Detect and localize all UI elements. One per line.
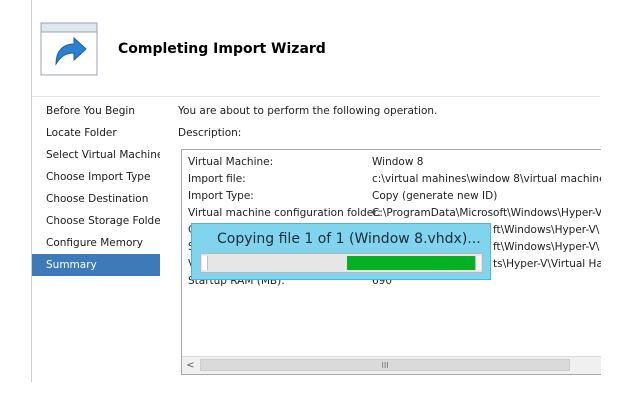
summary-key: Import Type: (188, 190, 254, 202)
summary-value: Copy (generate new ID) (372, 190, 498, 202)
step-choose-import-type[interactable]: Choose Import Type (32, 166, 160, 188)
progress-bar (200, 253, 483, 273)
copy-progress-dialog: Copying file 1 of 1 (Window 8.vhdx)... (191, 223, 491, 280)
wizard-header: Completing Import Wizard (32, 0, 600, 97)
summary-value: C:\ProgramData\Microsoft\Windows\Hyper-V… (372, 207, 601, 219)
summary-key: Virtual machine configuration folder: (188, 207, 381, 219)
scroll-left-button[interactable]: < (182, 357, 199, 374)
step-configure-memory[interactable]: Configure Memory (32, 232, 160, 254)
scroll-thumb[interactable]: III (200, 359, 570, 371)
step-before-you-begin[interactable]: Before You Begin (32, 100, 160, 122)
wizard-title: Completing Import Wizard (118, 41, 326, 57)
description-label: Description: (178, 127, 242, 139)
step-locate-folder[interactable]: Locate Folder (32, 122, 160, 144)
progress-bar-fill (347, 256, 477, 270)
summary-key: Import file: (188, 173, 246, 185)
step-choose-destination[interactable]: Choose Destination (32, 188, 160, 210)
step-choose-storage-folder[interactable]: Choose Storage Folde (32, 210, 160, 232)
import-wizard-window: Completing Import Wizard Before You Begi… (31, 0, 601, 382)
wizard-arrow-icon (40, 22, 98, 76)
progress-bar-start-cap (202, 256, 208, 270)
step-select-virtual-machine[interactable]: Select Virtual Machine (32, 144, 160, 166)
summary-value: c:\virtual mahines\window 8\virtual mach… (372, 173, 601, 185)
operation-intro: You are about to perform the following o… (178, 105, 438, 117)
wizard-steps: Before You Begin Locate Folder Select Vi… (32, 100, 160, 276)
summary-value: ft\Windows\Hyper-V\ (493, 224, 600, 236)
horizontal-scrollbar[interactable]: < III (182, 356, 601, 374)
summary-key: Virtual Machine: (188, 156, 274, 168)
summary-value: Window 8 (372, 156, 424, 168)
summary-value: ft\Windows\Hyper-V\ (493, 241, 600, 253)
progress-bar-end-cap (475, 256, 481, 270)
step-summary[interactable]: Summary (32, 254, 160, 276)
summary-value: ts\Hyper-V\Virtual Hard (493, 258, 601, 270)
copy-progress-text: Copying file 1 of 1 (Window 8.vhdx)... (217, 231, 481, 247)
